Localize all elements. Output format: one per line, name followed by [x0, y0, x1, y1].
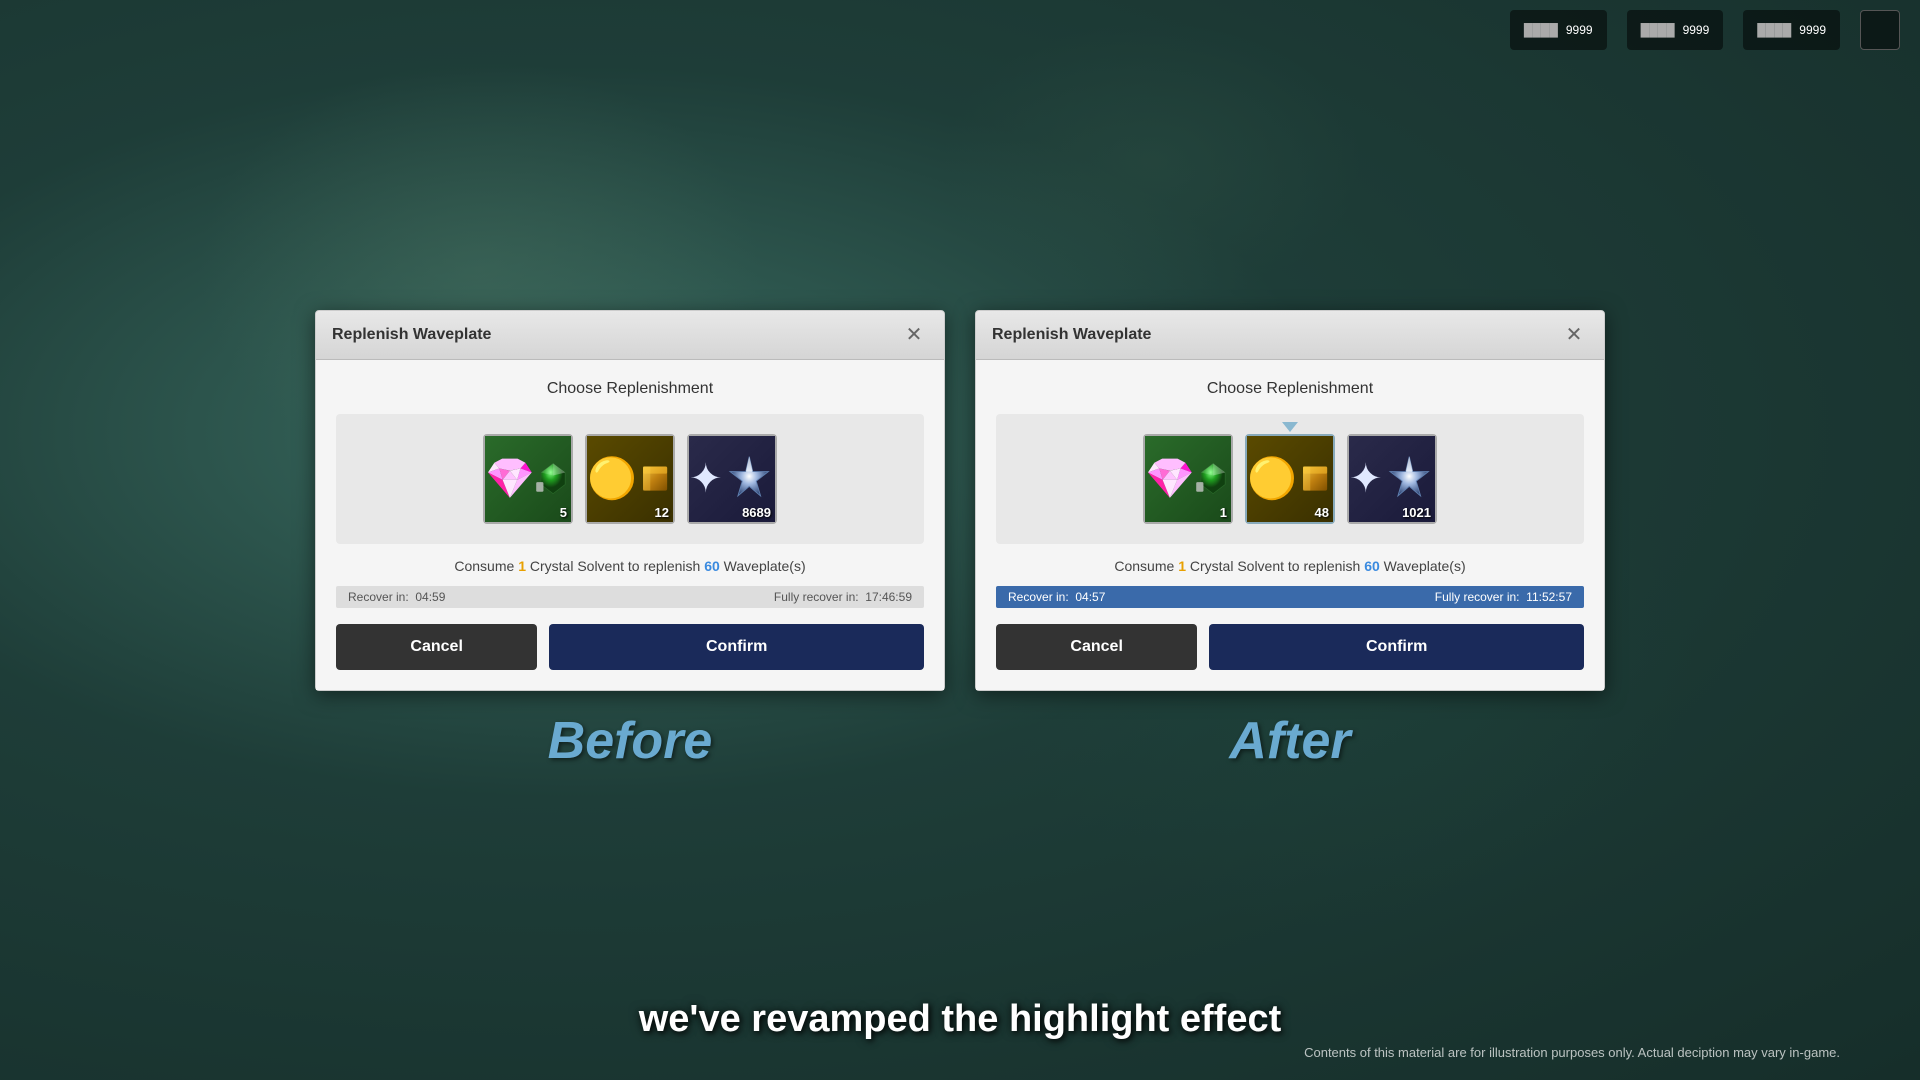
after-item-1-count: 48 — [1315, 505, 1329, 520]
after-replenish-unit: Waveplate(s) — [1384, 558, 1466, 574]
after-item-0-icon — [1145, 436, 1231, 522]
after-item-0-count: 1 — [1220, 505, 1227, 520]
before-item-0-count: 5 — [560, 505, 567, 520]
star-svg — [723, 451, 775, 506]
after-item-2-count: 1021 — [1402, 505, 1431, 520]
before-item-0[interactable]: 5 — [483, 434, 573, 524]
before-dialog-title: Replenish Waveplate — [332, 326, 491, 344]
after-item-0[interactable]: 1 — [1143, 434, 1233, 524]
after-buttons-row: Cancel Confirm — [996, 624, 1584, 670]
after-recover-label: Recover in: 04:57 — [1008, 590, 1105, 604]
before-label: Before — [315, 711, 945, 771]
after-close-button[interactable]: ✕ — [1560, 321, 1588, 349]
before-replenish-amount: 60 — [704, 558, 720, 574]
after-item-1[interactable]: 48 — [1245, 434, 1335, 524]
after-items-area: 1 — [996, 414, 1584, 544]
before-recover-bar: Recover in: 04:59 Fully recover in: 17:4… — [336, 586, 924, 608]
top-hud: ████ 9999 ████ 9999 ████ 9999 — [0, 0, 1920, 60]
after-consume-text: Consume 1 Crystal Solvent to replenish 6… — [996, 558, 1584, 574]
before-buttons-row: Cancel Confirm — [336, 624, 924, 670]
before-close-button[interactable]: ✕ — [900, 321, 928, 349]
hud-avatar — [1860, 10, 1900, 50]
after-dialog: Replenish Waveplate ✕ Choose Replenishme… — [975, 310, 1605, 691]
before-fully-recover-time: 17:46:59 — [865, 590, 912, 604]
after-consume-amount: 1 — [1178, 558, 1186, 574]
main-content: Replenish Waveplate ✕ Choose Replenishme… — [0, 0, 1920, 1080]
before-close-icon: ✕ — [906, 325, 923, 345]
after-recover-time: 04:57 — [1075, 590, 1105, 604]
dialogs-row: Replenish Waveplate ✕ Choose Replenishme… — [315, 310, 1605, 691]
before-dialog-body: Choose Replenishment — [316, 360, 944, 690]
before-consume-item: Crystal Solvent — [530, 558, 624, 574]
after-star-svg — [1383, 451, 1435, 506]
before-replenish-unit: Waveplate(s) — [724, 558, 806, 574]
before-cancel-button[interactable]: Cancel — [336, 624, 537, 670]
after-choose-label: Choose Replenishment — [996, 380, 1584, 398]
before-consume-amount: 1 — [518, 558, 526, 574]
hud-currency: ████ 9999 — [1627, 10, 1724, 50]
after-replenish-amount: 60 — [1364, 558, 1380, 574]
before-dialog: Replenish Waveplate ✕ Choose Replenishme… — [315, 310, 945, 691]
after-fully-recover-time: 11:52:57 — [1526, 590, 1572, 604]
before-item-1-count: 12 — [655, 505, 669, 520]
after-close-icon: ✕ — [1566, 325, 1583, 345]
after-dialog-title: Replenish Waveplate — [992, 326, 1151, 344]
hud-player: ████ 9999 — [1510, 10, 1607, 50]
after-dialog-header: Replenish Waveplate ✕ — [976, 311, 1604, 360]
after-item-2[interactable]: 1021 — [1347, 434, 1437, 524]
after-fully-recover-label: Fully recover in: 11:52:57 — [1435, 590, 1572, 604]
before-after-labels-row: Before After — [315, 711, 1605, 771]
after-crystal-svg — [1195, 451, 1231, 506]
after-cancel-button[interactable]: Cancel — [996, 624, 1197, 670]
before-item-0-icon — [485, 436, 571, 522]
after-selected-indicator — [1282, 422, 1298, 432]
after-recover-bar: Recover in: 04:57 Fully recover in: 11:5… — [996, 586, 1584, 608]
before-fully-recover-label: Fully recover in: 17:46:59 — [774, 590, 912, 604]
after-gold-svg — [1297, 451, 1333, 506]
before-choose-label: Choose Replenishment — [336, 380, 924, 398]
after-label: After — [975, 711, 1605, 771]
before-confirm-button[interactable]: Confirm — [549, 624, 924, 670]
before-recover-time: 04:59 — [415, 590, 445, 604]
gold-svg — [637, 451, 673, 506]
after-dialog-body: Choose Replenishment — [976, 360, 1604, 690]
before-dialog-header: Replenish Waveplate ✕ — [316, 311, 944, 360]
before-item-1[interactable]: 12 — [585, 434, 675, 524]
before-item-2-count: 8689 — [742, 505, 771, 520]
before-items-area: 5 — [336, 414, 924, 544]
subtitle-text: we've revamped the highlight effect — [639, 998, 1282, 1041]
before-consume-text: Consume 1 Crystal Solvent to replenish 6… — [336, 558, 924, 574]
before-recover-label: Recover in: 04:59 — [348, 590, 445, 604]
before-item-2[interactable]: 8689 — [687, 434, 777, 524]
after-confirm-button[interactable]: Confirm — [1209, 624, 1584, 670]
crystal-svg — [535, 451, 571, 506]
subtitle-bar: we've revamped the highlight effect Cont… — [0, 998, 1920, 1080]
after-consume-item: Crystal Solvent — [1190, 558, 1284, 574]
hud-energy: ████ 9999 — [1743, 10, 1840, 50]
disclaimer-text: Contents of this material are for illust… — [0, 1045, 1920, 1060]
